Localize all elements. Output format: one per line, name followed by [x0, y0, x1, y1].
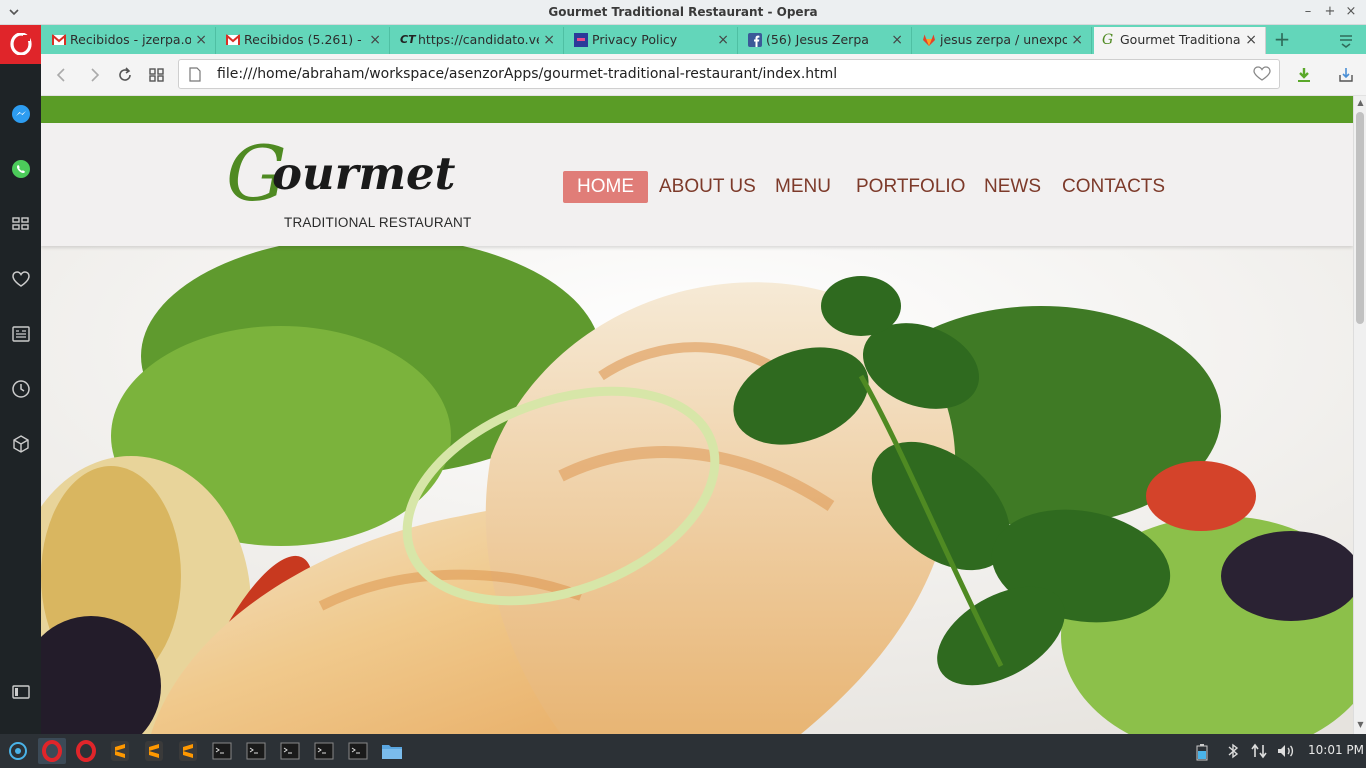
window-titlebar: Gourmet Traditional Restaurant - Opera –…: [0, 0, 1366, 25]
tab-candidato[interactable]: CT https://candidato.ve ×: [392, 27, 564, 54]
network-arrows-icon[interactable]: [1250, 743, 1268, 759]
site-logo[interactable]: G ourmet TRADITIONAL RESTAURANT: [226, 129, 476, 230]
gitlab-icon: [923, 34, 935, 46]
close-tab-icon[interactable]: ×: [891, 27, 903, 53]
snapshot-icon[interactable]: [1337, 66, 1355, 84]
bluetooth-icon[interactable]: [1226, 743, 1240, 759]
tab-label: (56) Jesus Zerpa: [766, 32, 869, 47]
tab-label: Privacy Policy: [592, 32, 678, 47]
whatsapp-icon[interactable]: [10, 158, 32, 180]
tab-label: Recibidos (5.261) - je: [244, 32, 365, 47]
menu-item-home[interactable]: HOME: [563, 171, 648, 203]
speed-dial-icon[interactable]: [148, 66, 166, 84]
bookmark-heart-icon[interactable]: [1253, 66, 1271, 82]
speed-dial-sidebar-icon[interactable]: [10, 213, 32, 235]
tab-label: Gourmet Traditional: [1120, 32, 1241, 47]
tab-gitlab[interactable]: jesus zerpa / unexpo ×: [914, 27, 1092, 54]
minimize-button[interactable]: –: [1300, 4, 1316, 20]
tab-label: Recibidos - jzerpa.oc: [70, 32, 191, 47]
back-icon[interactable]: [53, 66, 71, 84]
tab-menu-icon[interactable]: [1338, 32, 1354, 48]
new-tab-button[interactable]: +: [1270, 27, 1294, 53]
terminal-icon[interactable]: [276, 738, 304, 764]
address-bar[interactable]: file:///home/abraham/workspace/asenzorAp…: [178, 59, 1280, 89]
menu-item-menu[interactable]: MENU: [775, 171, 831, 203]
taskbar-clock[interactable]: 10:01 PM: [1308, 743, 1364, 757]
tab-privacy-policy[interactable]: Privacy Policy ×: [566, 27, 738, 54]
extensions-cube-icon[interactable]: [10, 433, 32, 455]
bookmarks-heart-icon[interactable]: [10, 268, 32, 290]
maximize-button[interactable]: +: [1322, 4, 1338, 20]
messenger-icon[interactable]: [10, 103, 32, 125]
tab-gourmet-active[interactable]: G Gourmet Traditional ×: [1094, 27, 1266, 54]
window-title: Gourmet Traditional Restaurant - Opera: [548, 5, 818, 19]
battery-icon[interactable]: [1194, 743, 1210, 761]
opera-icon[interactable]: [72, 738, 100, 764]
scroll-up-icon[interactable]: ▲: [1354, 98, 1366, 110]
terminal-icon[interactable]: [310, 738, 338, 764]
sidebar-toggle-icon[interactable]: [10, 681, 32, 703]
news-icon[interactable]: [10, 323, 32, 345]
forward-icon[interactable]: [85, 66, 103, 84]
taskbar-opera-active[interactable]: [38, 738, 66, 764]
facebook-icon: [748, 33, 762, 47]
reload-icon[interactable]: [116, 66, 134, 84]
opera-logo-icon: [10, 33, 32, 55]
site-header: G ourmet TRADITIONAL RESTAURANT HOME ABO…: [41, 123, 1353, 246]
tab-gmail-1[interactable]: Recibidos - jzerpa.oc ×: [44, 27, 216, 54]
tab-gmail-2[interactable]: Recibidos (5.261) - je ×: [218, 27, 390, 54]
download-icon[interactable]: [1295, 66, 1313, 84]
privacy-site-icon: [574, 33, 588, 47]
grilled-chicken-salad-photo: [41, 246, 1353, 734]
system-taskbar: 10:01 PM: [0, 734, 1366, 768]
menu-item-about-us[interactable]: ABOUT US: [659, 171, 756, 203]
hero-image: [41, 246, 1353, 734]
history-clock-icon[interactable]: [10, 378, 32, 400]
close-window-button[interactable]: ×: [1343, 4, 1359, 20]
volume-icon[interactable]: [1276, 743, 1296, 759]
close-tab-icon[interactable]: ×: [543, 27, 555, 53]
file-manager-folder-icon[interactable]: [378, 738, 406, 764]
menu-item-contacts[interactable]: CONTACTS: [1062, 171, 1165, 203]
gmail-icon: [52, 34, 66, 45]
sublime-text-icon[interactable]: [174, 738, 202, 764]
sublime-text-icon[interactable]: [140, 738, 168, 764]
terminal-icon[interactable]: [344, 738, 372, 764]
close-tab-icon[interactable]: ×: [717, 27, 729, 53]
sublime-text-icon[interactable]: [106, 738, 134, 764]
page-viewport: G ourmet TRADITIONAL RESTAURANT HOME ABO…: [41, 96, 1353, 734]
scroll-down-icon[interactable]: ▼: [1354, 720, 1366, 732]
menu-item-portfolio[interactable]: PORTFOLIO: [856, 171, 965, 203]
close-tab-icon[interactable]: ×: [195, 27, 207, 53]
logo-wordmark: ourmet: [272, 147, 456, 200]
tab-label: jesus zerpa / unexpo: [940, 32, 1067, 47]
gourmet-favicon: G: [1102, 32, 1114, 48]
page-scrollbar[interactable]: ▲ ▼: [1353, 96, 1366, 734]
close-tab-icon[interactable]: ×: [1245, 27, 1257, 53]
tab-label: https://candidato.ve: [418, 32, 539, 47]
top-green-bar: [41, 96, 1353, 123]
terminal-icon[interactable]: [242, 738, 270, 764]
opera-menu-button[interactable]: [0, 25, 41, 64]
logo-tagline: TRADITIONAL RESTAURANT: [284, 215, 472, 230]
scrollbar-thumb[interactable]: [1356, 112, 1364, 324]
start-menu-icon[interactable]: [4, 738, 32, 764]
menu-item-news[interactable]: NEWS: [984, 171, 1041, 203]
terminal-icon[interactable]: [208, 738, 236, 764]
ct-icon: CT: [400, 33, 416, 46]
opera-sidebar: [0, 64, 41, 734]
close-tab-icon[interactable]: ×: [1071, 27, 1083, 53]
close-tab-icon[interactable]: ×: [369, 27, 381, 53]
opera-icon: [42, 740, 62, 762]
gmail-icon: [226, 34, 240, 45]
tab-facebook[interactable]: (56) Jesus Zerpa ×: [740, 27, 912, 54]
url-text[interactable]: file:///home/abraham/workspace/asenzorAp…: [217, 66, 837, 82]
page-icon: [189, 67, 201, 82]
